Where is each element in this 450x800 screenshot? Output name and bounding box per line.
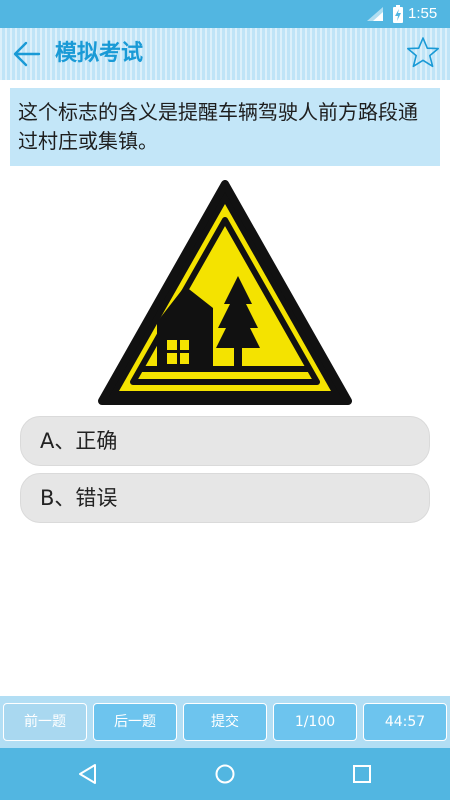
page-title: 模拟考试 [55, 41, 144, 66]
back-arrow-icon[interactable] [10, 38, 42, 70]
next-question-button[interactable]: 后一题 [93, 703, 177, 741]
submit-button[interactable]: 提交 [183, 703, 267, 741]
option-b-button[interactable]: B、错误 [20, 473, 430, 523]
navigation-bar [0, 748, 450, 800]
nav-home-icon[interactable] [212, 761, 238, 787]
progress-button[interactable]: 1/100 [273, 703, 357, 741]
nav-recent-icon[interactable] [349, 761, 375, 787]
prev-question-button[interactable]: 前一题 [3, 703, 87, 741]
status-bar: 1:55 [0, 0, 450, 28]
signal-icon [367, 7, 383, 21]
battery-charging-icon [393, 5, 403, 23]
app-bar: 模拟考试 [0, 28, 450, 80]
option-a-button[interactable]: A、正确 [20, 416, 430, 466]
status-time: 1:55 [408, 5, 438, 22]
timer-button[interactable]: 44:57 [363, 703, 447, 741]
nav-back-icon[interactable] [75, 761, 101, 787]
bottom-toolbar: 前一题 后一题 提交 1/100 44:57 [0, 696, 450, 748]
village-warning-sign [98, 180, 352, 405]
star-outline-icon[interactable] [406, 36, 440, 70]
question-text: 这个标志的含义是提醒车辆驾驶人前方路段通过村庄或集镇。 [10, 88, 440, 166]
